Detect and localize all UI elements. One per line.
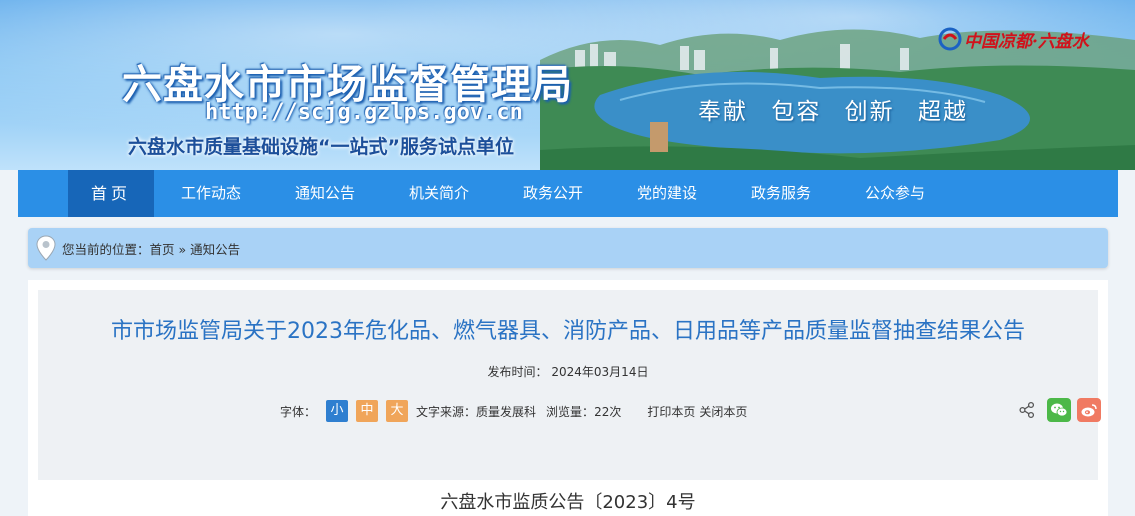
breadcrumb-prefix: 您当前的位置： bbox=[62, 241, 150, 257]
share-bar bbox=[1018, 397, 1101, 423]
wechat-icon bbox=[1051, 403, 1068, 417]
views-value: 22次 bbox=[594, 404, 622, 419]
slogan-word: 包容 bbox=[771, 99, 822, 125]
source-value: 质量发展科 bbox=[476, 404, 537, 419]
nav-item-party-building[interactable]: 党的建设 bbox=[610, 170, 724, 217]
nav-item-work-news[interactable]: 工作动态 bbox=[154, 170, 268, 217]
weibo-icon bbox=[1081, 404, 1097, 417]
site-url: http://scjg.gzlps.gov.cn bbox=[205, 100, 523, 125]
share-wechat-button[interactable] bbox=[1047, 398, 1071, 422]
publish-date: 发布时间： 2024年03月14日 bbox=[38, 363, 1098, 380]
brand-text: 中国凉都·六盘水 bbox=[964, 31, 1089, 52]
font-size-label: 字体： bbox=[280, 404, 317, 419]
breadcrumb-text: 您当前的位置：首页 » 通知公告 bbox=[62, 239, 240, 258]
source-label: 文字来源： bbox=[416, 404, 477, 419]
nav-item-home[interactable]: 首页 bbox=[68, 170, 154, 217]
font-small-button[interactable]: 小 bbox=[326, 400, 349, 422]
close-page-link[interactable]: 关闭本页 bbox=[699, 403, 747, 420]
article-title: 市市场监管局关于2023年危化品、燃气器具、消防产品、日用品等产品质量监督抽查结… bbox=[111, 319, 1025, 344]
breadcrumb: 您当前的位置：首页 » 通知公告 bbox=[28, 228, 1108, 268]
print-page-link[interactable]: 打印本页 bbox=[647, 403, 695, 420]
font-large-button[interactable]: 大 bbox=[386, 400, 409, 422]
article-toolbar: 字体： 小 中 大 文字来源： 质量发展科 浏览量： 22次 打印本页 关闭本页 bbox=[280, 400, 751, 422]
nav-item-public-participation[interactable]: 公众参与 bbox=[838, 170, 952, 217]
nav-item-gov-affairs[interactable]: 政务公开 bbox=[496, 170, 610, 217]
header-banner: 中国凉都·六盘水 六盘水市市场监督管理局 http://scjg.gzlps.g… bbox=[0, 0, 1135, 170]
nav-item-gov-services[interactable]: 政务服务 bbox=[724, 170, 838, 217]
slogan-word: 创新 bbox=[844, 99, 895, 125]
liupanshui-logo-icon bbox=[938, 27, 962, 51]
share-icon bbox=[1019, 401, 1035, 419]
nav-item-notices[interactable]: 通知公告 bbox=[268, 170, 382, 217]
views-label: 浏览量： bbox=[546, 404, 595, 419]
nav-item-about[interactable]: 机关简介 bbox=[382, 170, 496, 217]
publish-date-label: 发布时间： bbox=[487, 365, 548, 379]
slogan-word: 奉献 bbox=[698, 99, 748, 125]
document-number: 六盘水市监质公告〔2023〕4号 bbox=[440, 492, 696, 513]
publish-date-value: 2024年03月14日 bbox=[551, 365, 649, 379]
site-subtitle: 六盘水市质量基础设施“一站式”服务试点单位 bbox=[128, 136, 514, 158]
site-slogan: 奉献 包容 创新 超越 bbox=[698, 92, 982, 126]
breadcrumb-current-link[interactable]: 通知公告 bbox=[190, 242, 240, 257]
slogan-word: 超越 bbox=[917, 99, 968, 125]
breadcrumb-separator: » bbox=[174, 241, 191, 257]
breadcrumb-home-link[interactable]: 首页 bbox=[150, 242, 175, 257]
font-medium-button[interactable]: 中 bbox=[356, 400, 379, 422]
brand-logo: 中国凉都·六盘水 bbox=[938, 24, 1089, 54]
location-pin-icon bbox=[36, 235, 56, 261]
main-nav: 首页 工作动态 通知公告 机关简介 政务公开 党的建设 政务服务 公众参与 bbox=[18, 170, 1118, 217]
share-weibo-button[interactable] bbox=[1077, 398, 1101, 422]
